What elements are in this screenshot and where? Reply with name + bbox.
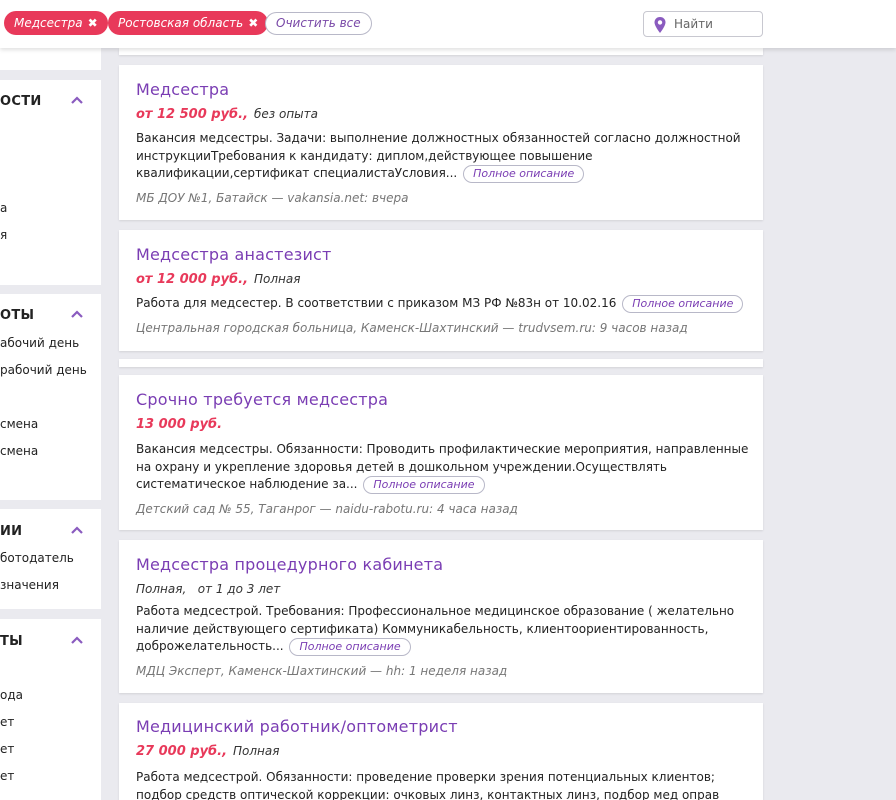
sidebar-panel-top bbox=[0, 48, 101, 70]
job-description-text: Работа для медсестер. В соответствии с п… bbox=[136, 296, 617, 310]
sidebar-panel-4: ТЫ ода ет ет ет bbox=[0, 619, 101, 800]
job-conditions: Полная bbox=[254, 272, 301, 286]
job-description: Вакансия медсестры. Обязанности: Проводи… bbox=[136, 441, 751, 494]
full-description-button[interactable]: Полное описание bbox=[463, 165, 585, 183]
sidebar-item[interactable]: а bbox=[0, 201, 7, 215]
chevron-up-icon[interactable] bbox=[70, 525, 84, 535]
job-card[interactable]: Медсестра процедурного кабинета Полная, … bbox=[119, 540, 763, 693]
sidebar-panel-1: ОСТИ а я bbox=[0, 80, 101, 285]
job-salary: 13 000 руб. bbox=[136, 417, 223, 432]
job-card[interactable]: Срочно требуется медсестра 13 000 руб. В… bbox=[119, 375, 763, 530]
job-salary: 27 000 руб., bbox=[136, 744, 228, 759]
sidebar-heading: ОТЫ bbox=[0, 308, 35, 323]
job-description-text: Вакансия медсестры. Задачи: выполнение д… bbox=[136, 131, 741, 180]
chevron-up-icon[interactable] bbox=[70, 635, 84, 645]
filter-chip-region[interactable]: Ростовская область ✖ bbox=[108, 11, 269, 35]
sidebar-panel-2: ОТЫ абочий день рабочий день смена смена bbox=[0, 294, 101, 500]
sidebar-item[interactable]: ботодатель bbox=[0, 551, 74, 565]
sidebar-item[interactable]: смена bbox=[0, 444, 38, 458]
job-conditions: Полная, от 1 до 3 лет bbox=[136, 582, 281, 596]
filter-chip-profession[interactable]: Медсестра ✖ bbox=[4, 11, 108, 35]
job-meta: от 12 000 руб., Полная bbox=[136, 272, 300, 287]
sidebar-heading: ОСТИ bbox=[0, 94, 42, 109]
job-card[interactable]: Медсестра анастезист от 12 000 руб., Полн… bbox=[119, 230, 763, 351]
job-description-text: Работа медсестрой. Обязанности: проведен… bbox=[136, 770, 720, 800]
sidebar-item[interactable]: ет bbox=[0, 715, 14, 729]
job-source: МБ ДОУ №1, Батайск — vakansia.net: вчера bbox=[136, 191, 409, 205]
full-description-button[interactable]: Полное описание bbox=[363, 476, 485, 494]
close-icon[interactable]: ✖ bbox=[88, 16, 98, 30]
job-description: Работа медсестрой. Обязанности: проведен… bbox=[136, 769, 751, 800]
full-description-button[interactable]: Полное описание bbox=[622, 295, 744, 313]
sidebar-item[interactable]: рабочий день bbox=[0, 363, 87, 377]
job-source: Детский сад № 55, Таганрог — naidu-rabot… bbox=[136, 502, 518, 516]
job-card-divider bbox=[119, 359, 763, 367]
sidebar-item[interactable]: ода bbox=[0, 688, 23, 702]
job-title-link[interactable]: Медицинский работник/оптометрист bbox=[136, 717, 458, 736]
job-source: Центральная городская больница, Каменск-… bbox=[136, 321, 688, 335]
sidebar-item[interactable]: абочий день bbox=[0, 336, 79, 350]
job-card[interactable]: Медицинский работник/оптометрист 27 000 … bbox=[119, 703, 763, 800]
job-title-link[interactable]: Медсестра процедурного кабинета bbox=[136, 555, 443, 574]
job-salary: от 12 000 руб., bbox=[136, 272, 249, 287]
job-description: Работа для медсестер. В соответствии с п… bbox=[136, 295, 751, 313]
filter-bar: Медсестра ✖ Ростовская область ✖ Очистить … bbox=[0, 0, 896, 48]
job-salary: от 12 500 руб., bbox=[136, 107, 249, 122]
job-card[interactable]: Медсестра от 12 500 руб., без опыта Вакан… bbox=[119, 65, 763, 220]
chevron-up-icon[interactable] bbox=[70, 95, 84, 105]
sidebar-item[interactable]: ет bbox=[0, 769, 14, 783]
search-box[interactable] bbox=[643, 11, 763, 37]
sidebar-item[interactable]: я bbox=[0, 228, 7, 242]
job-description-text: Работа медсестрой. Требования: Профессио… bbox=[136, 604, 735, 653]
chevron-up-icon[interactable] bbox=[70, 309, 84, 319]
chip-label: Ростовская область bbox=[118, 16, 244, 30]
job-conditions: Полная bbox=[233, 744, 280, 758]
sidebar-heading: ТЫ bbox=[0, 634, 23, 649]
job-card-partial bbox=[119, 48, 763, 55]
job-meta: от 12 500 руб., без опыта bbox=[136, 107, 318, 122]
close-icon[interactable]: ✖ bbox=[248, 16, 258, 30]
sidebar-panel-3: ИИ ботодатель значения bbox=[0, 509, 101, 609]
job-description: Работа медсестрой. Требования: Профессио… bbox=[136, 603, 751, 656]
job-source: МДЦ Эксперт, Каменск-Шахтинский — hh: 1 … bbox=[136, 664, 508, 678]
clear-all-button[interactable]: Очистить все bbox=[265, 12, 372, 35]
sidebar-item[interactable]: значения bbox=[0, 578, 59, 592]
search-input[interactable] bbox=[674, 15, 758, 33]
sidebar-item[interactable]: смена bbox=[0, 417, 38, 431]
job-meta: 13 000 руб. bbox=[136, 417, 222, 432]
job-title-link[interactable]: Медсестра анастезист bbox=[136, 245, 332, 264]
job-title-link[interactable]: Медсестра bbox=[136, 80, 229, 99]
map-pin-icon bbox=[654, 17, 666, 33]
sidebar-item[interactable]: ет bbox=[0, 742, 14, 756]
full-description-button[interactable]: Полное описание bbox=[289, 638, 411, 656]
job-meta: Полная, от 1 до 3 лет bbox=[136, 582, 280, 596]
job-meta: 27 000 руб., Полная bbox=[136, 744, 279, 759]
chip-label: Медсестра bbox=[14, 16, 83, 30]
job-title-link[interactable]: Срочно требуется медсестра bbox=[136, 390, 388, 409]
job-conditions: без опыта bbox=[254, 107, 318, 121]
job-description: Вакансия медсестры. Задачи: выполнение д… bbox=[136, 130, 751, 183]
sidebar-heading: ИИ bbox=[0, 524, 23, 539]
